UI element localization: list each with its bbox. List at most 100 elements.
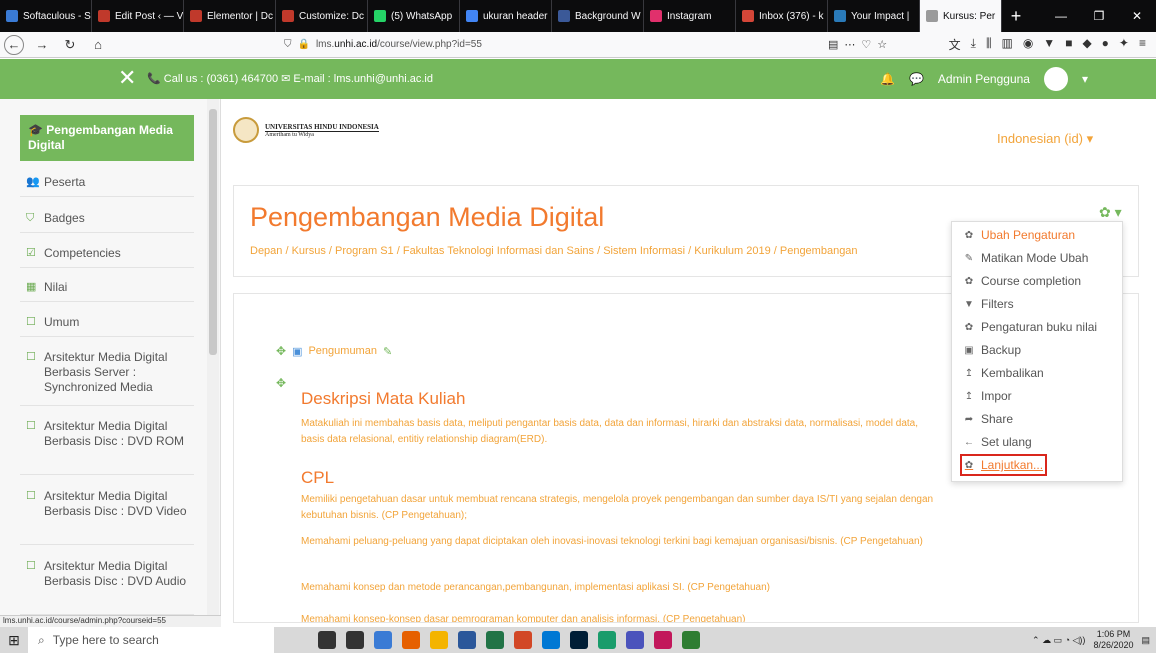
- taskbar-search[interactable]: ⌕ Type here to search: [28, 627, 274, 653]
- clock[interactable]: 1:06 PM 8/26/2020: [1093, 629, 1133, 651]
- extension-icon[interactable]: ◉: [1023, 36, 1033, 53]
- browser-tab[interactable]: Instagram: [644, 0, 736, 32]
- minimize-icon[interactable]: —: [1042, 0, 1080, 32]
- taskbar-app-icon[interactable]: [570, 631, 588, 649]
- close-drawer-icon[interactable]: ✕: [118, 65, 136, 91]
- sidebar-item-course[interactable]: 🎓 Pengembangan Media Digital: [20, 115, 194, 161]
- menu-item[interactable]: ↥ Impor: [964, 389, 1012, 403]
- chat-icon[interactable]: 💬: [909, 72, 924, 86]
- sidebar-item-label: Competencies: [44, 246, 121, 260]
- announcement-activity[interactable]: ✥ ▣ Pengumuman ✎: [276, 344, 392, 358]
- browser-tab[interactable]: ukuran header: [460, 0, 552, 32]
- download-icon[interactable]: ⤓: [971, 36, 976, 53]
- library-icon[interactable]: ⫼: [986, 36, 992, 53]
- taskbar-app-icon[interactable]: [430, 631, 448, 649]
- table-icon: ▦: [26, 281, 37, 293]
- menu-item[interactable]: ➦ Share: [964, 412, 1013, 426]
- menu-item[interactable]: ✎ Matikan Mode Ubah: [964, 251, 1089, 265]
- menu-icon[interactable]: ≡: [1139, 36, 1146, 53]
- back-icon[interactable]: ←: [4, 34, 24, 55]
- extension-icon[interactable]: ■: [1065, 36, 1072, 53]
- bookmark-star-icon[interactable]: ☆: [877, 38, 887, 51]
- chevron-down-icon[interactable]: ▾: [1082, 72, 1088, 86]
- browser-tab[interactable]: Your Impact |: [828, 0, 920, 32]
- taskbar-app-icon[interactable]: [654, 631, 672, 649]
- windows-start-icon[interactable]: ⊞: [0, 627, 28, 653]
- translate-icon[interactable]: 文: [949, 36, 961, 53]
- lock-icon: 🔒: [297, 39, 310, 50]
- pocket-icon[interactable]: ♡: [861, 38, 871, 51]
- close-window-icon[interactable]: ✕: [1118, 0, 1156, 32]
- browser-tab[interactable]: Elementor | Dc: [184, 0, 276, 32]
- menu-item[interactable]: ▣ Backup: [964, 343, 1021, 357]
- taskbar-app-icon[interactable]: [626, 631, 644, 649]
- browser-tab[interactable]: (5) WhatsApp: [368, 0, 460, 32]
- menu-item-label: Course completion: [981, 274, 1082, 288]
- menu-item[interactable]: ✿ Lanjutkan...: [959, 454, 1048, 476]
- more-icon[interactable]: ⋯: [844, 38, 855, 51]
- sidebar-item[interactable]: ☑ Competencies: [20, 246, 194, 268]
- forward-icon[interactable]: →: [32, 35, 52, 55]
- menu-item[interactable]: ✿ Pengaturan buku nilai: [964, 320, 1097, 334]
- tab-label: Edit Post ‹ — V: [115, 10, 184, 22]
- taskbar-app-icon[interactable]: [682, 631, 700, 649]
- tab-label: Your Impact |: [851, 10, 910, 22]
- edit-pencil-icon[interactable]: ✎: [383, 345, 392, 358]
- user-name[interactable]: Admin Pengguna: [938, 72, 1030, 86]
- sidebar-item[interactable]: ☐ Arsitektur Media Digital Berbasis Disc …: [20, 419, 194, 475]
- taskbar-app-icon[interactable]: [598, 631, 616, 649]
- menu-item[interactable]: ▼ Filters: [964, 297, 1014, 311]
- extension-icon[interactable]: ◆: [1082, 36, 1091, 53]
- taskbar-app-icon[interactable]: [458, 631, 476, 649]
- extension-icon[interactable]: ▼: [1043, 36, 1055, 53]
- move-icon[interactable]: ✥: [276, 344, 286, 358]
- browser-tab[interactable]: Customize: Dc: [276, 0, 368, 32]
- menu-item[interactable]: ✿ Course completion: [964, 274, 1081, 288]
- browser-toolbar: 文 ⤓ ⫼ ▥ ◉ ▼ ■ ◆ ● ✦ ≡: [949, 36, 1152, 53]
- sidebar-item[interactable]: ☐ Arsitektur Media Digital Berbasis Disc …: [20, 489, 194, 545]
- reader-icon[interactable]: ▤: [828, 38, 838, 51]
- menu-item[interactable]: ← Set ulang: [964, 435, 1032, 449]
- university-logo[interactable]: UNIVERSITAS HINDU INDONESIA Amertham tu …: [233, 117, 379, 143]
- taskbar-app-icon[interactable]: [486, 631, 504, 649]
- avatar[interactable]: [1043, 67, 1068, 91]
- windows-taskbar: ⊞ ⌕ Type here to search ⌃ ☁ ▭ ◔ ◁)) 1:06…: [0, 627, 1156, 653]
- taskbar-app-icon[interactable]: [542, 631, 560, 649]
- extension-icon[interactable]: ✦: [1119, 36, 1129, 53]
- browser-tab[interactable]: Kursus: Per✕: [920, 0, 1002, 32]
- favicon-icon: [558, 10, 570, 22]
- reload-icon[interactable]: ↻: [60, 35, 80, 55]
- restore-icon[interactable]: ❐: [1080, 0, 1118, 32]
- sidebar-item[interactable]: ☐ Umum: [20, 315, 194, 337]
- bell-icon[interactable]: 🔔: [880, 72, 895, 86]
- language-selector[interactable]: Indonesian (id) ▾: [997, 131, 1093, 147]
- menu-item[interactable]: ✿ Ubah Pengaturan: [964, 228, 1075, 242]
- new-tab-button[interactable]: +: [1002, 0, 1030, 32]
- extension-icon[interactable]: ●: [1102, 36, 1109, 53]
- browser-tab[interactable]: Inbox (376) - k: [736, 0, 828, 32]
- sidebar-item[interactable]: ⛉ Badges: [20, 211, 194, 233]
- sidebar-item[interactable]: ☐ Arsitektur Media Digital Berbasis Serve…: [20, 350, 194, 406]
- taskbar-app-icon[interactable]: [402, 631, 420, 649]
- sidebar-icon[interactable]: ▥: [1001, 36, 1012, 53]
- address-bar[interactable]: ⛉ 🔒 lms.unhi.ac.id/course/view.php?id=55: [284, 35, 824, 55]
- breadcrumb[interactable]: Depan / Kursus / Program S1 / Fakultas T…: [250, 245, 938, 257]
- settings-gear-icon[interactable]: ✿ ▾: [1099, 204, 1122, 221]
- taskbar-app-icon[interactable]: [346, 631, 364, 649]
- tray-icons[interactable]: ⌃ ☁ ▭ ◔ ◁)): [1032, 635, 1085, 646]
- sidebar-item[interactable]: ▦ Nilai: [20, 280, 194, 302]
- notification-icon[interactable]: ▤: [1141, 635, 1150, 646]
- browser-tab[interactable]: Edit Post ‹ — V: [92, 0, 184, 32]
- taskbar-app-icon[interactable]: [374, 631, 392, 649]
- browser-nav-bar: ← → ↻ ⌂ ⛉ 🔒 lms.unhi.ac.id/course/view.p…: [0, 32, 1156, 58]
- taskbar-app-icon[interactable]: [318, 631, 336, 649]
- sidebar-item[interactable]: 👥 Peserta: [20, 175, 194, 197]
- browser-tab[interactable]: Softaculous - S: [0, 0, 92, 32]
- move-icon[interactable]: ✥: [276, 376, 286, 390]
- menu-item[interactable]: ↥ Kembalikan: [964, 366, 1044, 380]
- taskbar-app-icon[interactable]: [514, 631, 532, 649]
- browser-tab[interactable]: Background W: [552, 0, 644, 32]
- sidebar-scrollbar[interactable]: [207, 99, 219, 615]
- home-icon[interactable]: ⌂: [88, 35, 108, 55]
- sidebar-item[interactable]: ☐ Arsitektur Media Digital Berbasis Disc …: [20, 559, 194, 615]
